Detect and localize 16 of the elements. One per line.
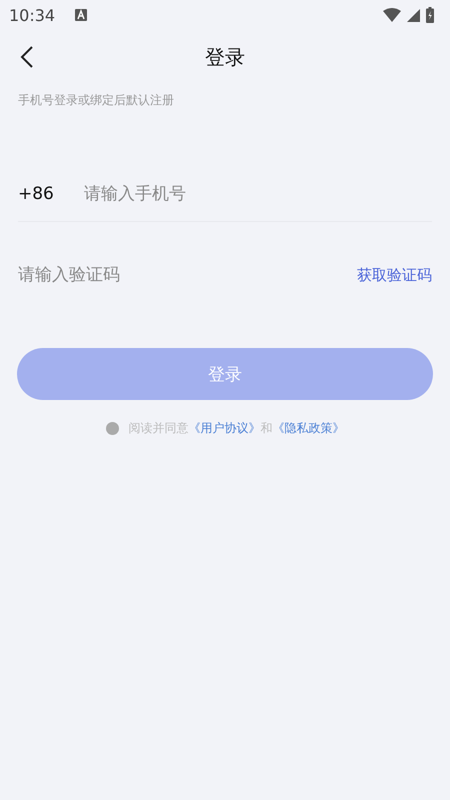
get-code-link[interactable]: 获取验证码 (357, 266, 432, 284)
agreement-link[interactable]: 《隐私政策》 (272, 421, 344, 435)
agreement-text: 阅读并同意《用户协议》和《隐私政策》 (128, 420, 344, 437)
status-time: 10:34 (9, 6, 56, 24)
page-title: 登录 (205, 44, 245, 70)
notification-icon (75, 9, 88, 21)
battery-icon (426, 7, 434, 23)
back-icon[interactable] (20, 45, 34, 69)
country-code[interactable]: +86 (18, 184, 84, 204)
signal-icon (407, 8, 420, 22)
wifi-icon (383, 8, 401, 22)
hint-text: 手机号登录或绑定后默认注册 (17, 92, 175, 109)
agreement-link[interactable]: 《用户协议》 (188, 421, 260, 435)
phone-input-field[interactable]: 请输入手机号 (84, 184, 432, 204)
agree-checkbox[interactable] (106, 422, 118, 435)
code-input-field[interactable]: 请输入验证码 (18, 265, 357, 285)
